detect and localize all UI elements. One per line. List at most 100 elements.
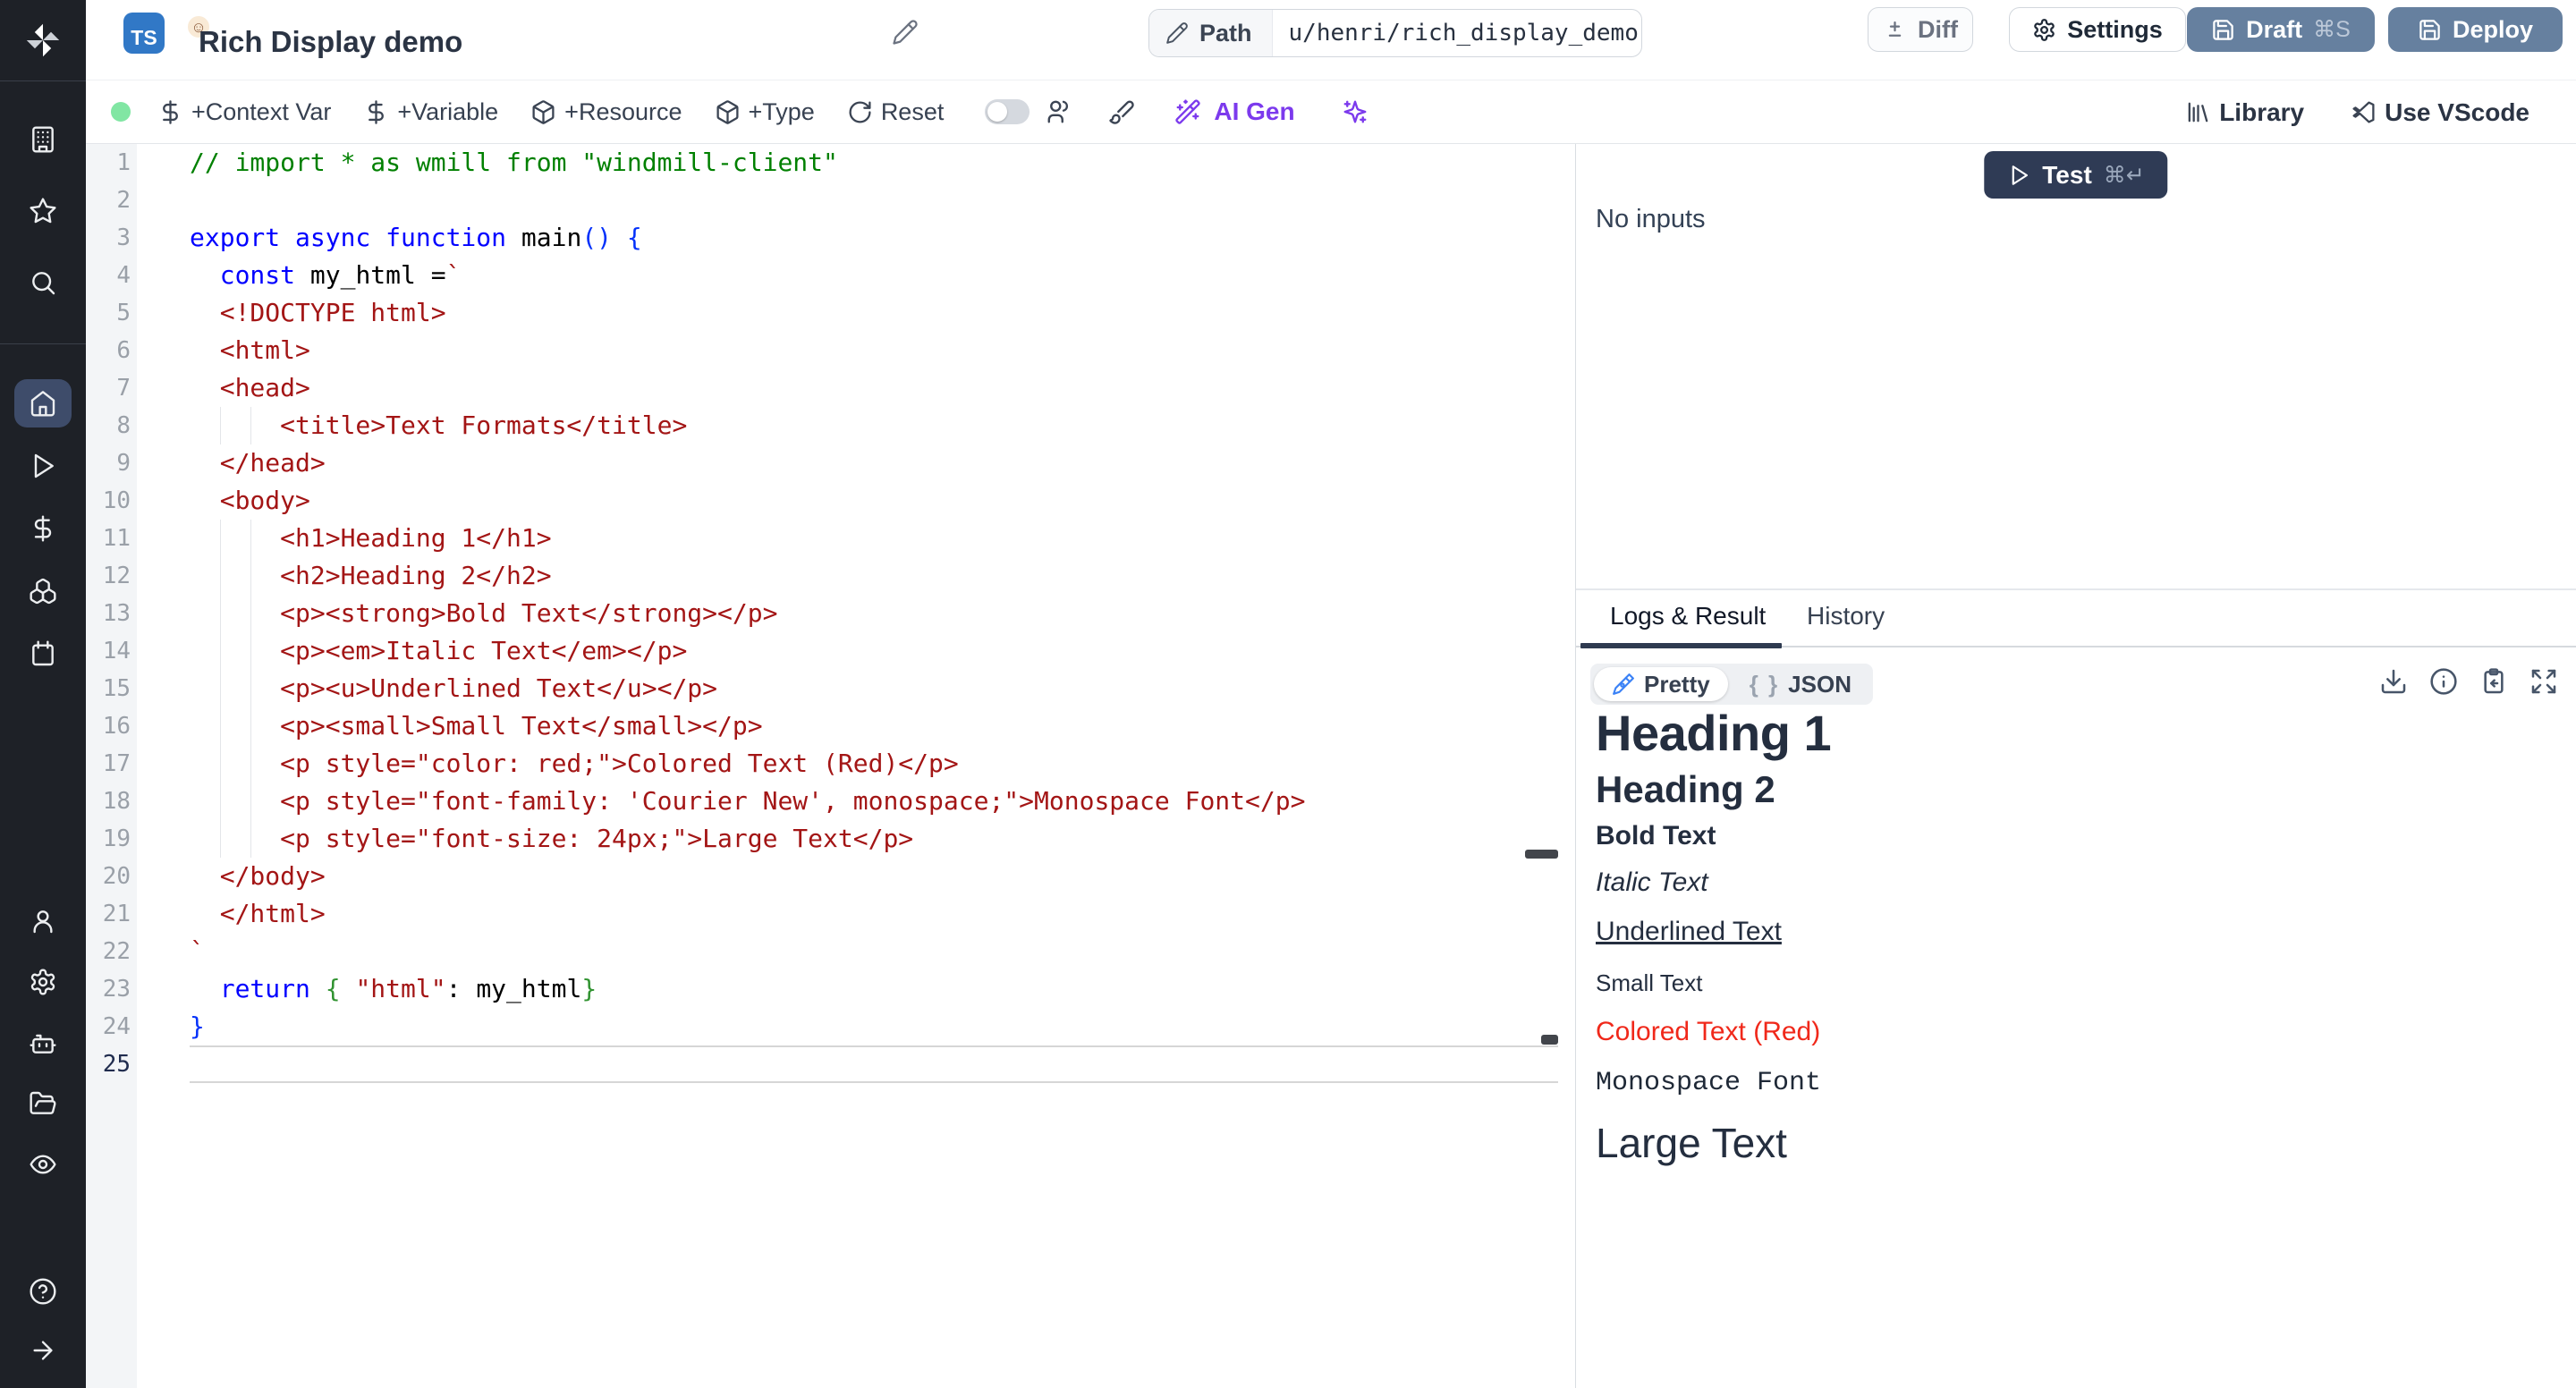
toolbar-item-label: +Context Var [191, 98, 331, 126]
line-code: <!DOCTYPE html> [190, 294, 446, 332]
editor-line[interactable]: 15 <p><u>Underlined Text</u></p> [86, 670, 1558, 707]
sidebar-item-eye[interactable] [0, 1140, 86, 1189]
sidebar-item-user[interactable] [0, 897, 86, 945]
overview-ruler-cursor-mark [1541, 1035, 1558, 1045]
editor-line[interactable]: 5 <!DOCTYPE html> [86, 294, 1558, 332]
format-code-button[interactable] [1108, 98, 1135, 125]
format-option-label: Pretty [1644, 671, 1710, 698]
multiplayer-button[interactable] [1046, 98, 1072, 125]
typescript-badge-label: TS [131, 26, 157, 50]
editor-line[interactable]: 20 </body> [86, 858, 1558, 895]
line-number: 3 [86, 219, 131, 257]
sidebar-item-arrow-right[interactable] [0, 1326, 86, 1375]
windmill-logo[interactable] [0, 0, 86, 80]
format-option-pretty[interactable]: Pretty [1594, 667, 1728, 701]
sidebar-item-help[interactable] [0, 1267, 86, 1316]
editor-line[interactable]: 22` [86, 933, 1558, 970]
toolbar-type-button[interactable]: +Type [715, 98, 815, 126]
format-option-json[interactable]: { }JSON [1732, 667, 1869, 701]
toolbar-resource-button[interactable]: +Resource [530, 98, 682, 126]
library-label: Library [2219, 98, 2304, 127]
line-number: 21 [86, 895, 131, 933]
home-icon [29, 389, 57, 418]
code-editor[interactable]: 1// import * as wmill from "windmill-cli… [86, 144, 1558, 1388]
test-label: Test [2042, 161, 2092, 190]
sidebar-item-bot[interactable] [0, 1019, 86, 1067]
active-tab-underline [1580, 643, 1782, 648]
draft-button[interactable]: Draft ⌘S [2187, 7, 2375, 52]
diff-label: Diff [1918, 16, 1958, 44]
editor-line[interactable]: 17 <p style="color: red;">Colored Text (… [86, 745, 1558, 783]
toolbar-variable-button[interactable]: +Variable [363, 98, 498, 126]
ai-sparkles-button[interactable] [1342, 98, 1368, 125]
use-vscode-button[interactable]: Use VScode [2351, 98, 2529, 127]
editor-line[interactable]: 12 <h2>Heading 2</h2> [86, 557, 1558, 595]
line-code: <title>Text Formats</title> [190, 407, 687, 444]
editor-line[interactable]: 16 <p><small>Small Text</small></p> [86, 707, 1558, 745]
draft-label: Draft [2246, 16, 2302, 44]
sidebar-item-star[interactable] [0, 187, 86, 235]
editor-line[interactable]: 21 </html> [86, 895, 1558, 933]
toolbar-reset-button[interactable]: Reset [847, 98, 945, 126]
sidebar-item-play[interactable] [0, 442, 86, 490]
run-panel: Test ⌘↵ No inputs Logs & ResultHistory P… [1576, 144, 2576, 1388]
editor-line[interactable]: 14 <p><em>Italic Text</em></p> [86, 632, 1558, 670]
editor-line[interactable]: 4 const my_html =` [86, 257, 1558, 294]
ai-gen-button[interactable] [1174, 98, 1201, 125]
script-path-field[interactable]: Path u/henri/rich_display_demo [1148, 9, 1642, 57]
tab-history[interactable]: History [1807, 602, 1885, 631]
editor-line[interactable]: 23 return { "html": my_html} [86, 970, 1558, 1008]
editor-code-lines: 1// import * as wmill from "windmill-cli… [86, 144, 1558, 1083]
braces-icon: { } [1750, 671, 1779, 698]
multiplayer-toggle[interactable] [985, 99, 1030, 124]
line-code: <head> [190, 369, 310, 407]
editor-line[interactable]: 13 <p><strong>Bold Text</strong></p> [86, 595, 1558, 632]
editor-line[interactable]: 3export async function main() { [86, 219, 1558, 257]
sidebar-item-dollar[interactable] [0, 504, 86, 553]
sidebar-item-search[interactable] [0, 258, 86, 307]
sidebar-item-boxes[interactable] [0, 567, 86, 615]
toolbar-contextvar-button[interactable]: +Context Var [157, 98, 331, 126]
settings-button[interactable]: Settings [2009, 7, 2186, 52]
editor-line[interactable]: 18 <p style="font-family: 'Courier New',… [86, 783, 1558, 820]
editor-line[interactable]: 11 <h1>Heading 1</h1> [86, 520, 1558, 557]
editor-line[interactable]: 7 <head> [86, 369, 1558, 407]
editor-line[interactable]: 6 <html> [86, 332, 1558, 369]
editor-line[interactable]: 8 <title>Text Formats</title> [86, 407, 1558, 444]
line-number: 12 [86, 557, 131, 595]
line-number: 1 [86, 144, 131, 182]
sidebar-item-folder[interactable] [0, 1079, 86, 1128]
editor-line[interactable]: 24} [86, 1008, 1558, 1045]
toolbar-right-items: Library Use VScode [2185, 80, 2529, 144]
boxes-icon [29, 577, 57, 605]
expand-button[interactable] [2529, 667, 2558, 696]
result-item-bold: Bold Text [1596, 821, 2549, 851]
sidebar-item-settings[interactable] [0, 958, 86, 1006]
editor-line[interactable]: 19 <p style="font-size: 24px;">Large Tex… [86, 820, 1558, 858]
editor-line[interactable]: 25 [86, 1045, 1558, 1083]
ai-gen-label[interactable]: AI Gen [1214, 97, 1294, 126]
editor-line[interactable]: 9 </head> [86, 444, 1558, 482]
test-button[interactable]: Test ⌘↵ [1984, 151, 2167, 199]
edit-title-button[interactable] [892, 19, 919, 46]
line-number: 23 [86, 970, 131, 1008]
sidebar-item-home[interactable] [0, 379, 86, 427]
calendar-icon [29, 639, 57, 668]
deploy-button[interactable]: Deploy [2388, 7, 2563, 52]
sidebar-item-calendar[interactable] [0, 630, 86, 678]
line-number: 5 [86, 294, 131, 332]
editor-line[interactable]: 10 <body> [86, 482, 1558, 520]
clipboard-copy-button[interactable] [2479, 667, 2508, 696]
editor-line[interactable]: 2 [86, 182, 1558, 219]
line-code: </head> [190, 444, 326, 482]
tab-logs-result[interactable]: Logs & Result [1610, 602, 1766, 631]
line-code: <p style="font-family: 'Courier New', mo… [190, 783, 1305, 820]
line-code: </body> [190, 858, 326, 895]
editor-line[interactable]: 1// import * as wmill from "windmill-cli… [86, 144, 1558, 182]
download-button[interactable] [2379, 667, 2408, 696]
pen-icon [1612, 673, 1635, 696]
library-button[interactable]: Library [2185, 98, 2304, 127]
info-button[interactable] [2429, 667, 2458, 696]
sidebar-item-building[interactable] [0, 115, 86, 164]
diff-button[interactable]: Diff [1868, 7, 1973, 52]
